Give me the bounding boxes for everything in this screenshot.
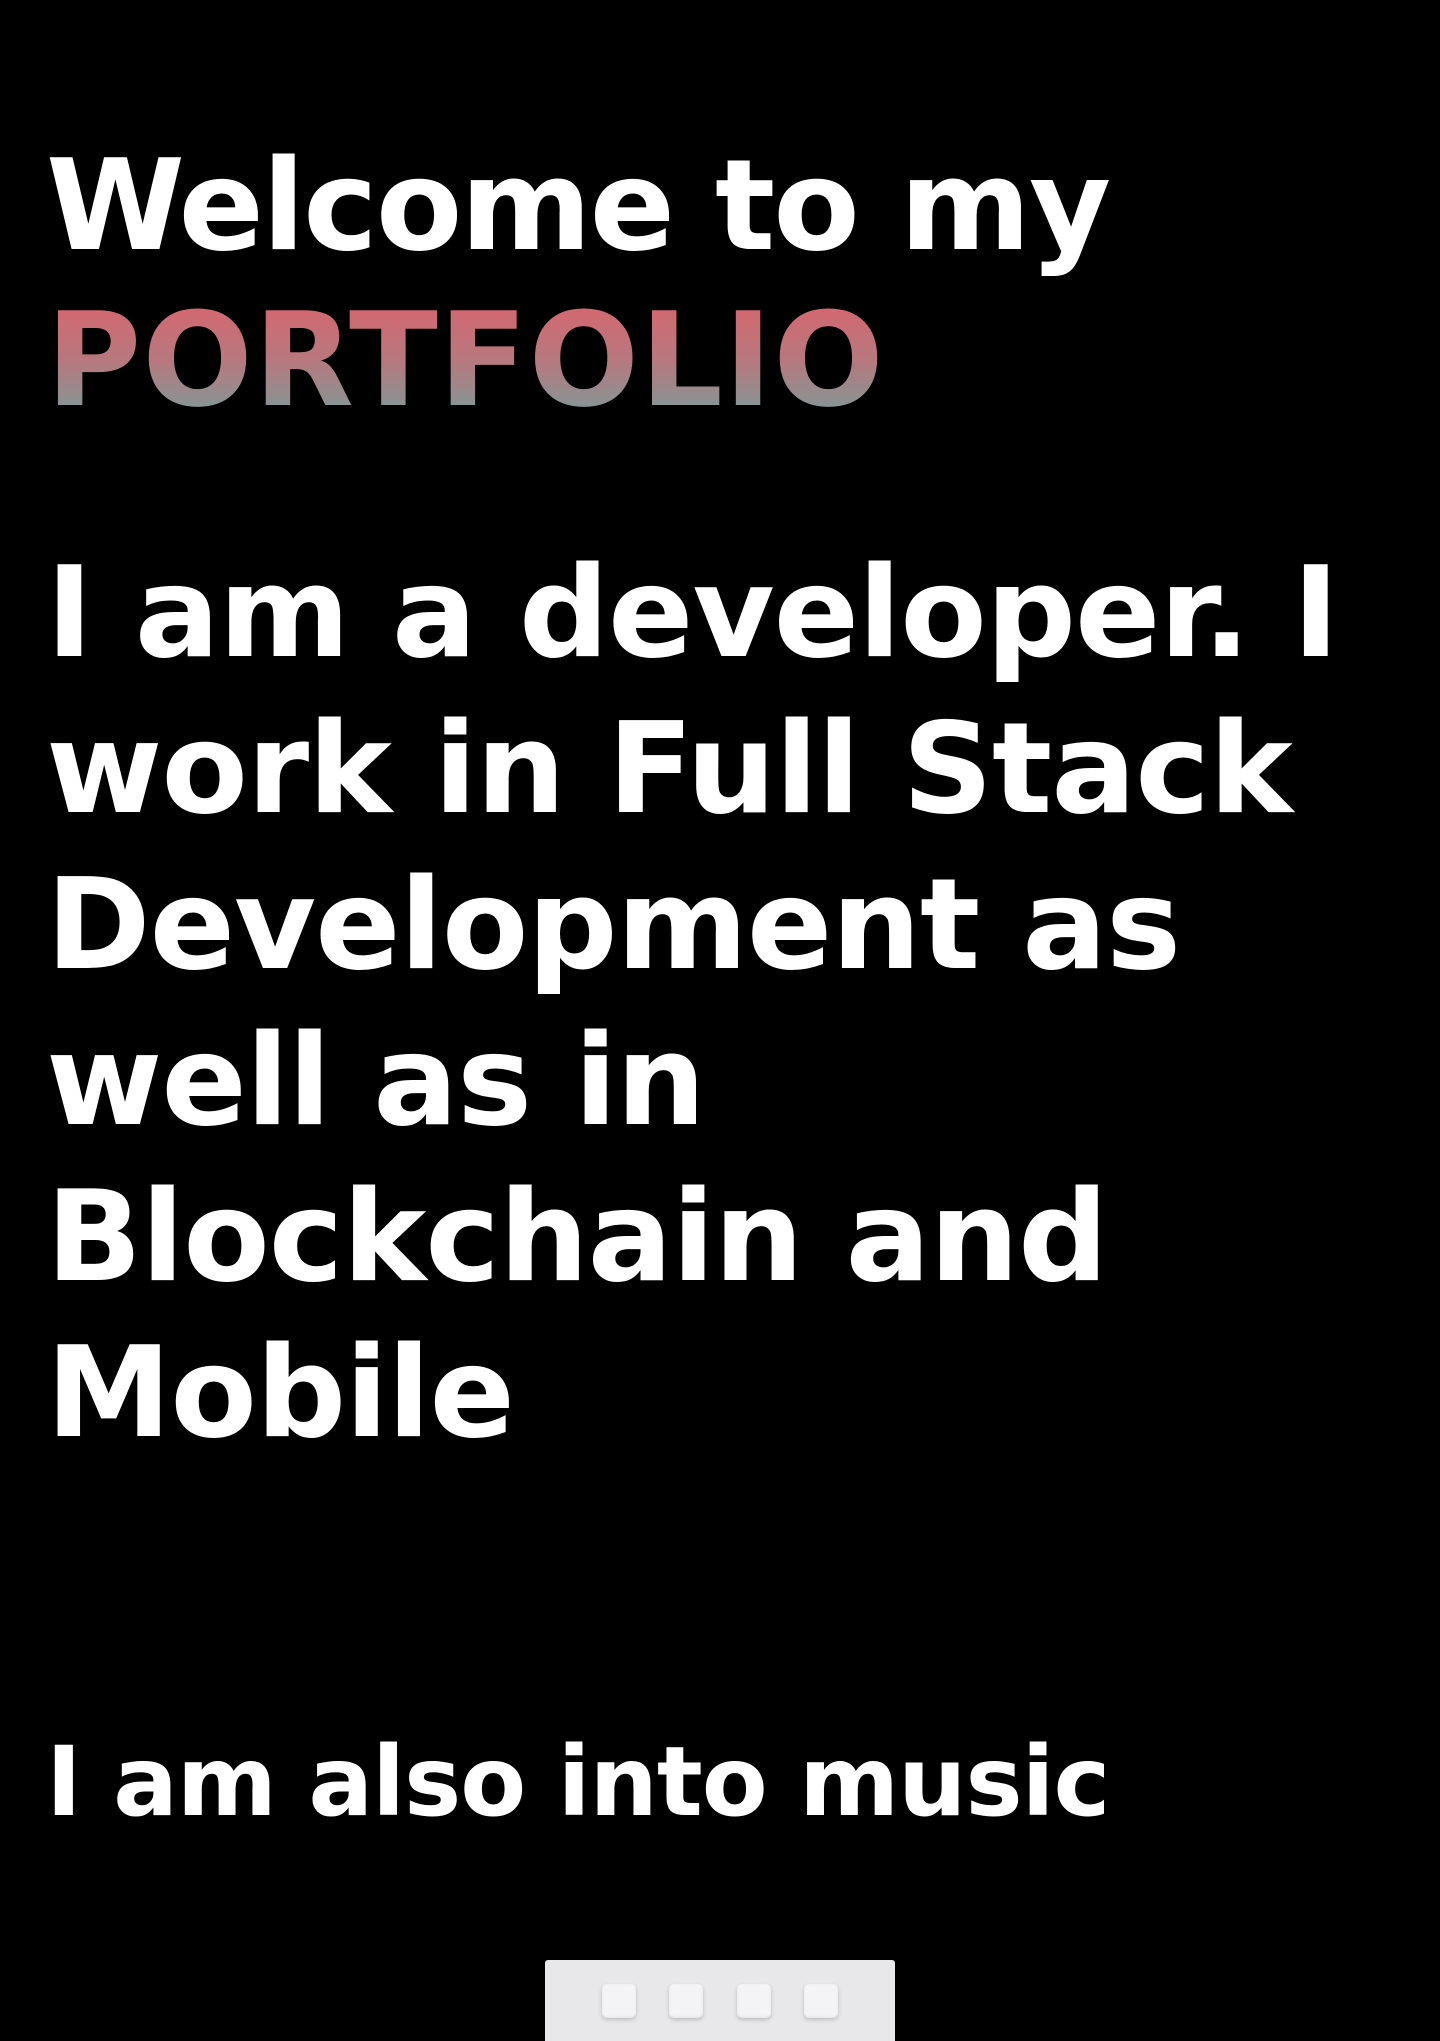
music-line: I am also into music <box>46 1726 1110 1838</box>
dock-item-4[interactable] <box>803 1983 838 2018</box>
bottom-dock <box>545 1960 895 2041</box>
welcome-heading: Welcome to my PORTFOLIO <box>46 128 1416 436</box>
dock-item-3[interactable] <box>736 1983 771 2018</box>
dock-item-2[interactable] <box>669 1983 704 2018</box>
hero-heading: Welcome to my PORTFOLIO <box>46 128 1416 436</box>
dock-item-1[interactable] <box>602 1983 637 2018</box>
welcome-text: Welcome to my <box>46 132 1111 279</box>
intro-paragraph: I am a developer. I work in Full Stack D… <box>46 539 1339 1466</box>
portfolio-gradient-text: PORTFOLIO <box>46 284 1416 436</box>
